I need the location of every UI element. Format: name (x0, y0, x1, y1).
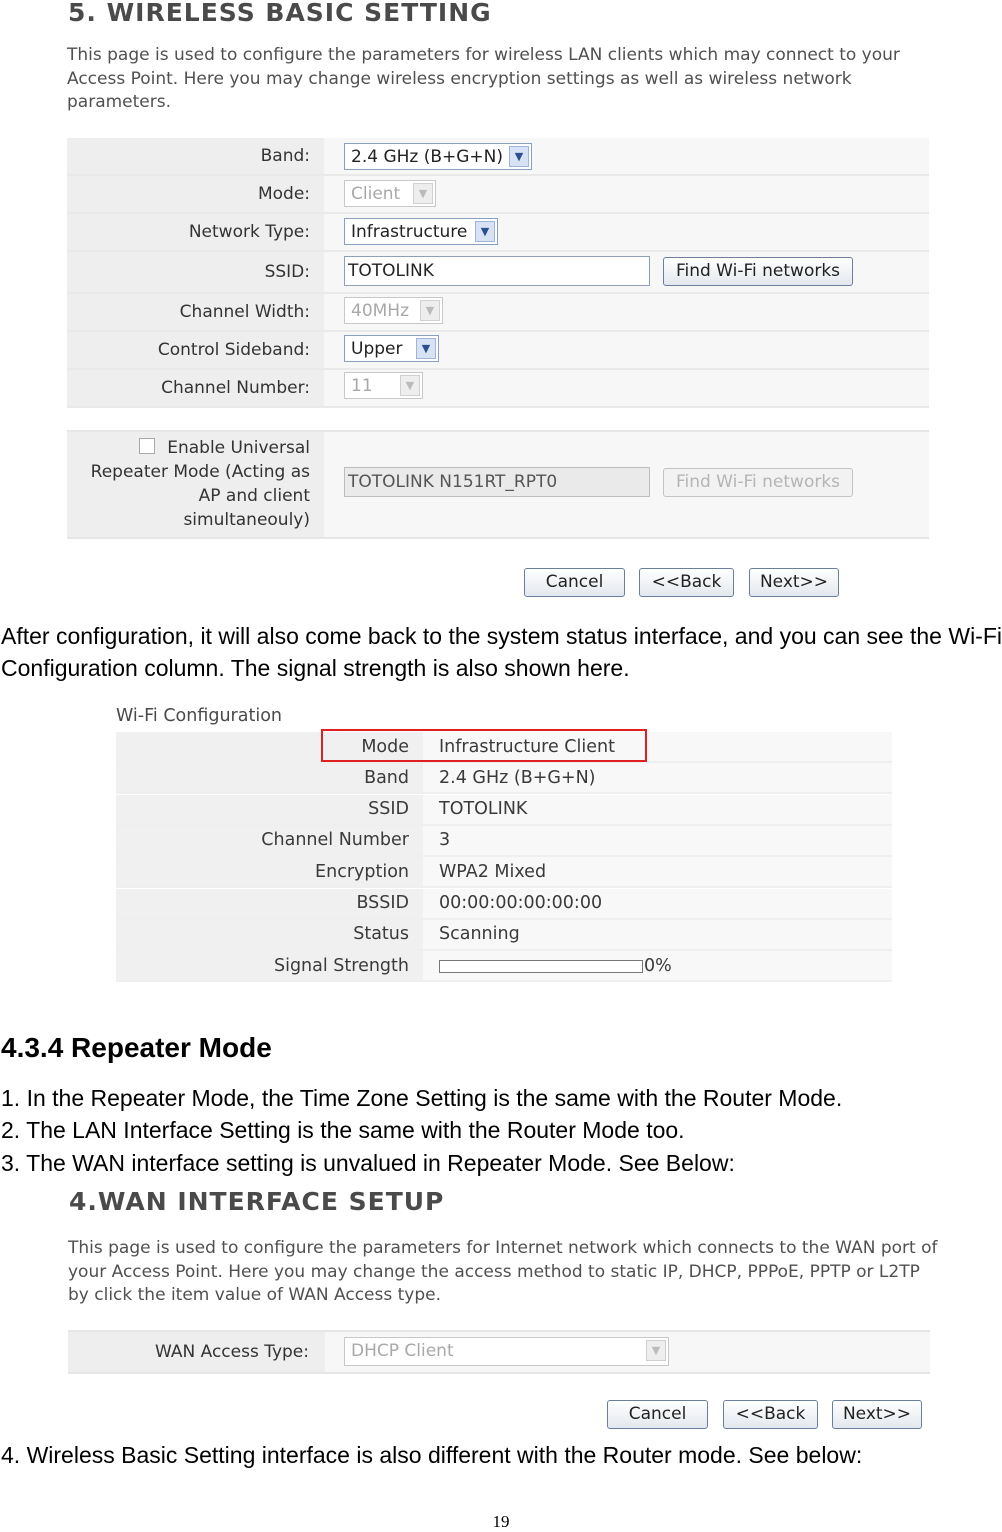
wifi-config-value: WPA2 Mixed (423, 857, 892, 887)
control-sideband-label: Control Sideband: (67, 332, 324, 368)
band-label: Band: (67, 138, 324, 174)
wifi-config-row: Status Scanning (116, 919, 892, 951)
network-type-label: Network Type: (67, 214, 324, 250)
chevron-down-icon: ▼ (420, 300, 440, 321)
band-select-value: 2.4 GHz (B+G+N) (351, 147, 504, 167)
wifi-config-row: Channel Number 3 (116, 825, 892, 857)
channel-width-label: Channel Width: (67, 294, 324, 330)
wifi-config-label: Status (116, 919, 423, 949)
wifi-config-label: BSSID (116, 888, 423, 918)
wifi-config-value: 00:00:00:00:00:00 (423, 888, 892, 918)
paragraph-system-status: After configuration, it will also come b… (1, 623, 1002, 681)
wan-back-button[interactable]: <<Back (723, 1400, 818, 1429)
wifi-config-label: SSID (116, 794, 423, 824)
mode-row: Mode: Client ▼ (67, 176, 929, 214)
chevron-down-icon: ▼ (416, 338, 436, 359)
wan-description: This page is used to configure the param… (68, 1238, 938, 1305)
cancel-button[interactable]: Cancel (524, 568, 625, 597)
section-heading: 4.3.4 Repeater Mode (1, 1032, 272, 1063)
list-item: 3. The WAN interface setting is unvalued… (1, 1150, 735, 1176)
control-sideband-select-value: Upper (351, 339, 403, 359)
network-type-row: Network Type: Infrastructure ▼ (67, 214, 929, 252)
repeater-section: Enable Universal Repeater Mode (Acting a… (67, 430, 929, 539)
wan-access-type-label: WAN Access Type: (68, 1332, 325, 1372)
wireless-basic-form: Band: 2.4 GHz (B+G+N) ▼ Mode: Client ▼ N… (67, 138, 929, 408)
mode-select[interactable]: Client ▼ (344, 180, 436, 207)
wifi-config-value: 3 (423, 825, 892, 855)
wan-next-button[interactable]: Next>> (832, 1400, 922, 1429)
signal-strength-bar (439, 960, 643, 974)
network-type-select[interactable]: Infrastructure ▼ (344, 218, 498, 245)
wifi-config-value: TOTOLINK (423, 794, 892, 824)
band-select[interactable]: 2.4 GHz (B+G+N) ▼ (344, 143, 532, 170)
wan-access-type-value: DHCP Client (351, 1341, 454, 1361)
chevron-down-icon: ▼ (413, 183, 433, 204)
wan-access-row: WAN Access Type: DHCP Client ▼ (68, 1330, 930, 1374)
chevron-down-icon: ▼ (400, 375, 420, 396)
ssid-row: SSID: TOTOLINK Find Wi-Fi networks (67, 252, 929, 294)
list-item: 1. In the Repeater Mode, the Time Zone S… (1, 1085, 843, 1111)
channel-width-select[interactable]: 40MHz ▼ (344, 297, 443, 324)
ssid-input[interactable]: TOTOLINK (344, 256, 650, 286)
channel-width-select-value: 40MHz (351, 301, 410, 321)
list-item: 2. The LAN Interface Setting is the same… (1, 1117, 685, 1143)
channel-number-label: Channel Number: (67, 370, 324, 406)
wifi-config-row: SSID TOTOLINK (116, 794, 892, 826)
wireless-basic-description: This page is used to configure the param… (67, 45, 900, 112)
wifi-config-label: Signal Strength (116, 951, 423, 981)
wan-access-type-select[interactable]: DHCP Client ▼ (344, 1337, 669, 1366)
repeater-find-wifi-button[interactable]: Find Wi-Fi networks (663, 468, 853, 497)
back-button[interactable]: <<Back (639, 568, 734, 597)
signal-strength-percent: 0% (644, 955, 672, 976)
wifi-config-title: Wi-Fi Configuration (116, 706, 282, 726)
wifi-config-label: Channel Number (116, 825, 423, 855)
wifi-config-label: Band (116, 763, 423, 793)
next-button[interactable]: Next>> (749, 568, 839, 597)
wifi-config-value: 0% (423, 951, 892, 981)
control-sideband-row: Control Sideband: Upper ▼ (67, 332, 929, 370)
ssid-label: SSID: (67, 252, 324, 292)
mode-select-value: Client (351, 184, 401, 204)
page-number: 19 (492, 1512, 510, 1531)
chevron-down-icon: ▼ (646, 1340, 666, 1361)
chevron-down-icon: ▼ (475, 221, 495, 242)
wifi-config-value: 2.4 GHz (B+G+N) (423, 763, 892, 793)
wan-cancel-button[interactable]: Cancel (607, 1400, 708, 1429)
channel-width-row: Channel Width: 40MHz ▼ (67, 294, 929, 332)
channel-number-select[interactable]: 11 ▼ (344, 372, 423, 399)
network-type-select-value: Infrastructure (351, 222, 468, 242)
mode-highlight-box (321, 729, 647, 762)
wifi-config-row: Band 2.4 GHz (B+G+N) (116, 763, 892, 795)
channel-number-select-value: 11 (351, 376, 373, 396)
paragraph-wireless-basic-different: 4. Wireless Basic Setting interface is a… (1, 1442, 863, 1468)
wan-title: 4.WAN INTERFACE SETUP (69, 1187, 445, 1216)
control-sideband-select[interactable]: Upper ▼ (344, 335, 439, 362)
wifi-config-value: Scanning (423, 919, 892, 949)
wifi-config-row: Signal Strength 0% (116, 951, 892, 983)
wifi-config-label: Encryption (116, 857, 423, 887)
repeater-label: Enable Universal Repeater Mode (Acting a… (90, 438, 310, 530)
find-wifi-button[interactable]: Find Wi-Fi networks (663, 257, 853, 286)
mode-label: Mode: (67, 176, 324, 212)
wireless-basic-title: 5. WIRELESS BASIC SETTING (68, 0, 492, 27)
channel-number-row: Channel Number: 11 ▼ (67, 370, 929, 408)
wifi-config-row: Encryption WPA2 Mixed (116, 857, 892, 889)
chevron-down-icon: ▼ (509, 146, 529, 167)
repeater-ssid-input[interactable]: TOTOLINK N151RT_RPT0 (344, 467, 650, 497)
wifi-config-row: BSSID 00:00:00:00:00:00 (116, 888, 892, 920)
band-row: Band: 2.4 GHz (B+G+N) ▼ (67, 138, 929, 176)
